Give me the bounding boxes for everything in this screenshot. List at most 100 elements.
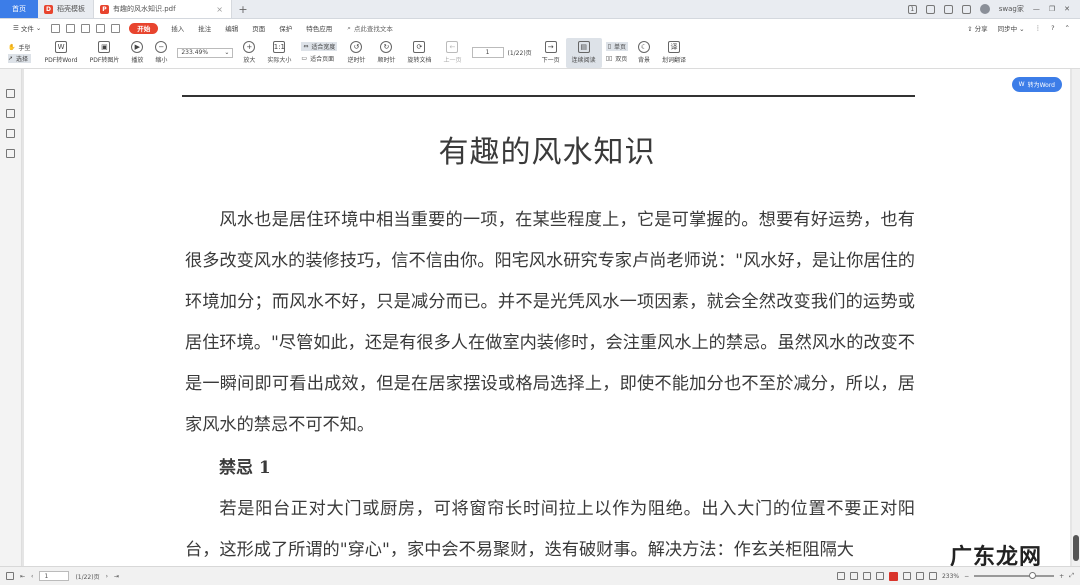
document-title: 有趣的风水知识 — [438, 135, 656, 170]
translate-button[interactable]: 译划词翻译 — [656, 38, 692, 68]
last-page-icon[interactable]: ⇥ — [114, 573, 119, 580]
export-icon[interactable] — [111, 23, 121, 33]
menu-edit[interactable]: 编辑 — [218, 23, 245, 33]
vertical-scrollbar[interactable] — [1072, 69, 1080, 566]
fit-page-icon[interactable] — [915, 572, 924, 580]
layout-icon[interactable]: 1 — [907, 4, 917, 14]
fit-width-icon[interactable] — [902, 572, 911, 580]
background-button[interactable]: ☾ 背景 — [632, 38, 656, 68]
fullscreen-icon[interactable] — [928, 572, 937, 580]
page-number-input[interactable]: 1 — [471, 47, 504, 58]
tab-label: 稻壳模板 — [57, 5, 85, 13]
pdf-to-image-label: PDF转图片 — [89, 57, 120, 64]
cursor-icon: ➚ — [8, 54, 14, 62]
rotate-cw-button[interactable]: ↻ 顺时针 — [371, 38, 401, 68]
continuous-read-button[interactable]: ▤ 连续阅读 — [565, 37, 602, 68]
menu-file[interactable]: ☰ 文件 ⌄ — [6, 23, 48, 33]
cursor-mode-group: ✋ 手型 ➚ 选择 — [0, 43, 39, 63]
skin-icon[interactable] — [943, 4, 953, 14]
next-page-icon[interactable]: › — [106, 573, 108, 580]
single-view-icon[interactable] — [862, 572, 871, 580]
zoom-select[interactable]: 233.49% ⌄ — [177, 47, 234, 58]
close-tab-icon[interactable]: × — [216, 5, 223, 14]
search-icon: ⌕ — [347, 23, 351, 32]
scrollbar-thumb[interactable] — [1073, 535, 1079, 561]
settings-icon[interactable] — [961, 4, 971, 14]
close-window-icon[interactable]: ✕ — [1064, 5, 1070, 13]
continuous-view-icon[interactable] — [849, 572, 858, 580]
arrow-right-icon: → — [544, 41, 557, 53]
double-page-button[interactable]: ▯▯ 双页 — [606, 54, 628, 63]
search-placeholder: 点此查找文本 — [353, 25, 393, 33]
menu-protect[interactable]: 保护 — [272, 23, 299, 33]
bookmark-icon[interactable] — [6, 109, 15, 118]
zoom-in-icon[interactable]: + — [1059, 573, 1064, 580]
watermark-logo: 广东龙网 — [946, 539, 1047, 566]
word-icon: W — [1018, 81, 1025, 88]
save-icon[interactable] — [66, 23, 76, 33]
share-button[interactable]: ⇪ 分享 — [967, 23, 988, 33]
navigation-icon[interactable] — [6, 572, 14, 580]
menu-start[interactable]: 开始 — [129, 22, 159, 34]
grid-icon[interactable] — [925, 4, 935, 14]
next-page-button[interactable]: → 下一页 — [536, 38, 566, 68]
new-tab-button[interactable]: + — [232, 0, 254, 18]
actual-size-button[interactable]: 1:1 实际大小 — [261, 38, 297, 68]
avatar[interactable] — [979, 4, 990, 14]
annotation-icon[interactable] — [6, 129, 15, 138]
background-label: 背景 — [638, 57, 651, 64]
print-preview-icon[interactable] — [96, 23, 106, 33]
fit-width-button[interactable]: ⇔ 适合宽度 — [301, 42, 338, 51]
double-view-icon[interactable] — [875, 572, 884, 580]
expand-icon[interactable]: ⤢ — [1069, 572, 1074, 580]
document-viewport[interactable]: 有趣的风水知识 风水也是居住环境中相当重要的一项，在某些程度上，它是可掌握的。想… — [22, 69, 1072, 566]
header-rule — [182, 95, 915, 97]
sync-button[interactable]: 同步中 ⌄ — [998, 23, 1025, 33]
play-button[interactable]: ▶ 播放 — [125, 38, 149, 68]
more-icon[interactable]: ⋮ — [1035, 24, 1042, 32]
first-page-icon[interactable]: ⇤ — [20, 573, 25, 580]
prev-page-button[interactable]: ← 上一页 — [437, 38, 467, 68]
zoom-out-button[interactable]: − 缩小 — [149, 38, 173, 68]
eye-protection-icon[interactable] — [836, 572, 845, 580]
select-tool-button[interactable]: ➚ 选择 — [8, 53, 31, 63]
help-icon[interactable]: ? — [1051, 24, 1054, 32]
prev-page-icon[interactable]: ‹ — [31, 573, 33, 580]
single-page-button[interactable]: ▯ 单页 — [605, 42, 629, 51]
restore-icon[interactable]: ❐ — [1049, 5, 1055, 13]
thumbnails-icon[interactable] — [6, 89, 15, 98]
zoom-in-button[interactable]: + 放大 — [237, 38, 261, 68]
play-icon[interactable] — [888, 571, 898, 581]
rotate-ccw-button[interactable]: ↺ 逆时针 — [341, 38, 371, 68]
zoom-out-icon[interactable]: − — [964, 573, 969, 580]
zoom-group: 233.49% ⌄ — [173, 47, 237, 58]
pdf-to-word-button[interactable]: W PDF转Word — [39, 38, 84, 68]
fit-page-label: 适合页面 — [310, 56, 335, 63]
menu-page[interactable]: 页面 — [245, 23, 272, 33]
menu-insert[interactable]: 插入 — [164, 23, 191, 33]
open-icon[interactable] — [51, 23, 61, 33]
zoom-slider[interactable] — [974, 572, 1055, 579]
attachment-icon[interactable] — [6, 149, 15, 158]
tab-docer-templates[interactable]: D 稻壳模板 — [38, 0, 94, 18]
user-name[interactable]: swag家 — [999, 4, 1024, 14]
rotate-doc-button[interactable]: ⟳ 旋转文档 — [401, 38, 437, 68]
menu-special-apps[interactable]: 特色应用 — [299, 23, 339, 33]
search-box[interactable]: ⌕ 点此查找文本 — [339, 23, 393, 34]
menu-annotate[interactable]: 批注 — [191, 23, 218, 33]
tab-home[interactable]: 首页 — [0, 0, 38, 18]
status-page-input[interactable]: 1 — [39, 571, 70, 581]
convert-to-word-button[interactable]: W 转为Word — [1011, 77, 1062, 92]
fit-page-button[interactable]: ▭ 适合页面 — [301, 54, 337, 63]
paragraph: 若是阳台正对大门或厨房，可将窗帘长时间拉上以作为阻绝。出入大门的位置不要正对阳台… — [185, 499, 915, 560]
minimize-icon[interactable]: — — [1033, 5, 1040, 13]
zoom-slider-knob[interactable] — [1029, 572, 1037, 579]
tab-pdf-document[interactable]: P 有趣的风水知识.pdf × — [94, 0, 232, 18]
single-page-icon: ▯ — [607, 43, 611, 50]
collapse-ribbon-icon[interactable]: ⌃ — [1065, 24, 1070, 32]
print-icon[interactable] — [81, 23, 91, 33]
zoom-value: 233.49% — [181, 49, 209, 56]
hand-tool-button[interactable]: ✋ 手型 — [8, 43, 31, 52]
pdf-to-image-button[interactable]: ▣ PDF转图片 — [84, 38, 126, 68]
window-controls: 1 swag家 — ❐ ✕ — [907, 0, 1080, 18]
